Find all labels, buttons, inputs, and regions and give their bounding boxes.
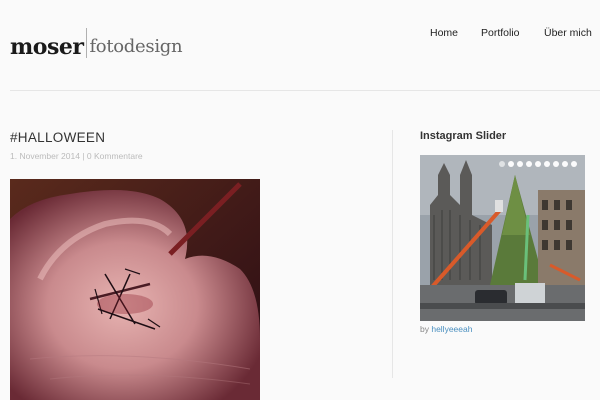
nav-home[interactable]: Home — [430, 27, 458, 39]
logo-wordmark-bold: moser — [10, 34, 84, 60]
post-comments-link[interactable]: 0 Kommentare — [87, 151, 143, 161]
slider-dot[interactable] — [544, 161, 550, 167]
slider-image — [420, 155, 585, 321]
credit-prefix: by — [420, 324, 432, 334]
logo-divider — [86, 28, 88, 58]
post-meta: 1. November 2014 | 0 Kommentare — [10, 151, 143, 161]
logo-wordmark-light: fotodesign — [89, 36, 183, 57]
slider-dot[interactable] — [562, 161, 568, 167]
header-divider — [10, 90, 600, 91]
slider-dot[interactable] — [508, 161, 514, 167]
content-divider — [392, 130, 393, 378]
nav-about[interactable]: Über mich — [544, 27, 592, 39]
slider-dot[interactable] — [535, 161, 541, 167]
slide-credit: by hellyeeeah — [420, 324, 472, 334]
nav-portfolio[interactable]: Portfolio — [481, 27, 520, 39]
slider-dot[interactable] — [553, 161, 559, 167]
stitched-hand-photo — [10, 179, 260, 400]
instagram-slider[interactable] — [420, 155, 585, 321]
author-link[interactable]: hellyeeeah — [431, 324, 472, 334]
slider-dot[interactable] — [517, 161, 523, 167]
post-image[interactable] — [10, 179, 260, 400]
post-date[interactable]: 1. November 2014 — [10, 151, 80, 161]
post-title[interactable]: #HALLOWEEN — [10, 130, 105, 145]
site-logo[interactable]: moser fotodesign — [10, 28, 183, 60]
slider-dot[interactable] — [526, 161, 532, 167]
widget-title: Instagram Slider — [420, 130, 507, 142]
slider-pagination[interactable] — [499, 161, 577, 167]
meta-separator: | — [79, 151, 87, 161]
slider-dot[interactable] — [499, 161, 505, 167]
slider-dot[interactable] — [571, 161, 577, 167]
